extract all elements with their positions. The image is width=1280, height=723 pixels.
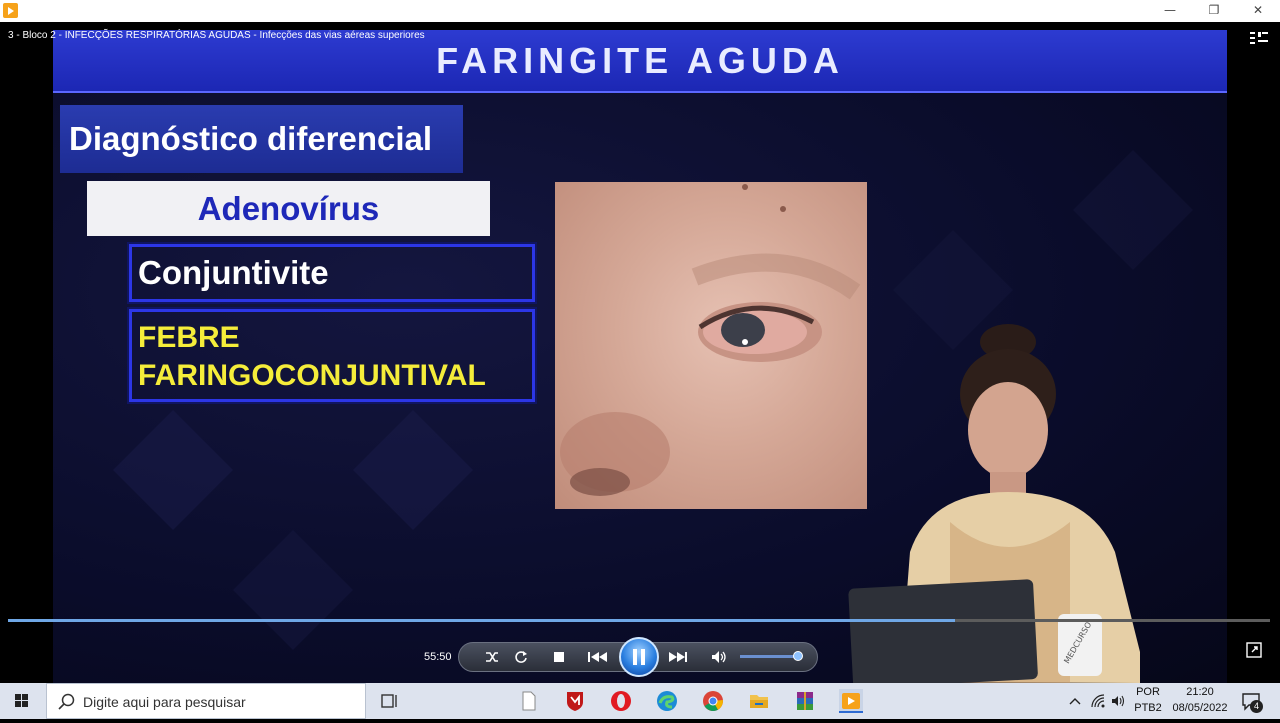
- file-explorer-icon[interactable]: [747, 689, 771, 713]
- wifi-icon[interactable]: [1090, 693, 1106, 709]
- restore-button[interactable]: ❐: [1192, 0, 1236, 22]
- media-player-app-icon: [3, 3, 18, 18]
- windows-taskbar: Digite aqui para pesquisar POR PTB2 21:2…: [0, 683, 1280, 719]
- media-player-icon[interactable]: [839, 689, 863, 713]
- presenter-video: MEDCURSO: [840, 322, 1180, 683]
- language-indicator[interactable]: POR: [1132, 686, 1164, 698]
- edge-icon[interactable]: [655, 689, 679, 713]
- notification-count-badge: 4: [1250, 700, 1263, 713]
- next-icon[interactable]: [666, 649, 690, 665]
- chevron-up-icon[interactable]: [1068, 694, 1082, 708]
- adenovirus-label: Adenovírus: [87, 181, 490, 236]
- fullscreen-icon[interactable]: [1246, 642, 1262, 658]
- fever-line-1: FEBRE: [138, 321, 240, 354]
- stop-icon[interactable]: [551, 649, 567, 665]
- notifications-icon[interactable]: 4: [1240, 690, 1264, 714]
- fever-line-2: FARINGOCONJUNTIVAL: [138, 359, 486, 392]
- elapsed-time: 55:50: [424, 651, 452, 663]
- clock-time[interactable]: 21:20: [1168, 686, 1232, 698]
- seek-bar[interactable]: [8, 619, 1270, 622]
- previous-icon[interactable]: [586, 649, 610, 665]
- task-view-icon[interactable]: [378, 689, 402, 713]
- winrar-icon[interactable]: [793, 689, 817, 713]
- switch-to-library-icon[interactable]: [1250, 30, 1268, 44]
- taskbar-search-input[interactable]: Digite aqui para pesquisar: [46, 683, 366, 719]
- volume-icon[interactable]: [710, 649, 728, 665]
- search-placeholder: Digite aqui para pesquisar: [83, 694, 246, 710]
- start-button[interactable]: [0, 683, 44, 719]
- speaker-icon[interactable]: [1110, 693, 1126, 709]
- diagnosis-heading: Diagnóstico diferencial: [60, 105, 463, 173]
- fever-box: FEBRE FARINGOCONJUNTIVAL: [127, 307, 537, 404]
- shuffle-icon[interactable]: [484, 649, 500, 665]
- clock-date[interactable]: 08/05/2022: [1168, 702, 1232, 714]
- mcafee-icon[interactable]: [563, 689, 587, 713]
- pause-icon[interactable]: [619, 637, 659, 677]
- keyboard-layout[interactable]: PTB2: [1132, 702, 1164, 714]
- window-titlebar: — ❐ ✕: [0, 0, 1280, 22]
- search-icon: [58, 693, 75, 710]
- file-icon[interactable]: [517, 689, 541, 713]
- slide-title: Faringite Aguda: [436, 40, 844, 81]
- volume-slider-handle[interactable]: [793, 651, 803, 661]
- opera-icon[interactable]: [609, 689, 633, 713]
- minimize-button[interactable]: —: [1148, 0, 1192, 22]
- video-title: 3 - Bloco 2 - INFECÇÕES RESPIRATÓRIAS AG…: [8, 30, 425, 41]
- video-area[interactable]: 3 - Bloco 2 - INFECÇÕES RESPIRATÓRIAS AG…: [0, 22, 1280, 683]
- close-button[interactable]: ✕: [1236, 0, 1280, 22]
- repeat-icon[interactable]: [513, 649, 529, 665]
- eye-photo: [555, 182, 867, 509]
- conjunctivitis-box: Conjuntivite: [127, 242, 537, 304]
- chrome-icon[interactable]: [701, 689, 725, 713]
- seek-bar-progress: [8, 619, 955, 622]
